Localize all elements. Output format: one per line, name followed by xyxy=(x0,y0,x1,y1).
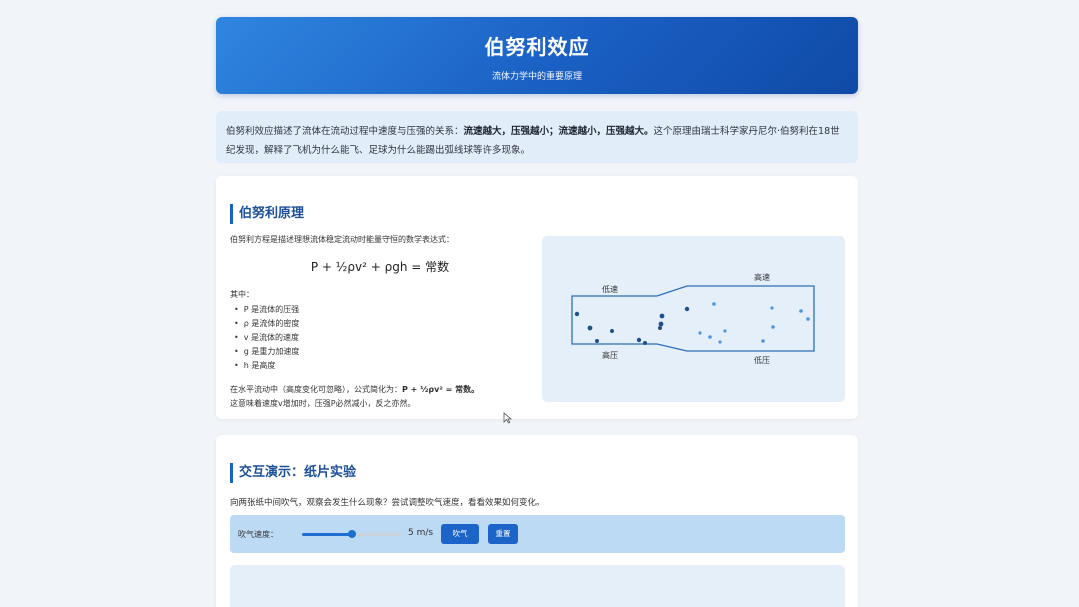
flow-particle xyxy=(806,317,810,321)
mouse-cursor-icon xyxy=(503,412,513,424)
demo-controls: 吹气速度： 5 m/s 吹气 重置 xyxy=(230,515,845,553)
flow-particle xyxy=(698,331,702,335)
page-header: 伯努利效应 流体力学中的重要原理 xyxy=(216,17,858,94)
demo-stage xyxy=(230,565,845,607)
demo-card: 交互演示：纸片实验 向两张纸中间吹气，观察会发生什么现象？尝试调整吹气速度，看看… xyxy=(216,435,858,607)
speed-slider[interactable] xyxy=(302,530,402,538)
slider-handle[interactable] xyxy=(348,530,356,538)
flow-particle xyxy=(723,329,727,333)
intro-text-before: 伯努利效应描述了流体在流动过程中速度与压强的关系： xyxy=(226,126,464,137)
simplified-before: 在水平流动中（高度变化可忽略），公式简化为： xyxy=(230,385,402,394)
flow-particle xyxy=(574,311,580,317)
page-title: 伯努利效应 xyxy=(484,35,590,59)
speed-value: 5 m/s xyxy=(408,528,434,538)
label-high-speed: 高速 xyxy=(754,273,770,282)
demo-title: 交互演示：纸片实验 xyxy=(230,463,356,483)
flow-particle xyxy=(595,339,599,343)
flow-particle xyxy=(708,335,712,339)
term-item: h 是高度 xyxy=(234,359,530,373)
demo-description: 向两张纸中间吹气，观察会发生什么现象？尝试调整吹气速度，看看效果如何变化。 xyxy=(230,498,545,508)
page-subtitle: 流体力学中的重要原理 xyxy=(491,72,582,82)
intro-box: 伯努利效应描述了流体在流动过程中速度与压强的关系：流速越大，压强越小；流速越小，… xyxy=(216,111,858,163)
bernoulli-formula: P + ½ρv² + ρgh = 常数 xyxy=(310,260,450,274)
principle-lead: 伯努利方程是描述理想流体稳定流动时能量守恒的数学表达式： xyxy=(230,235,454,244)
flow-particle xyxy=(684,306,690,312)
flow-particle xyxy=(658,326,662,330)
term-list: P 是流体的压强 ρ 是流体的密度 v 是流体的速度 g 是重力加速度 h 是高… xyxy=(230,303,530,373)
flow-particle xyxy=(770,306,774,310)
flow-particle xyxy=(712,302,716,306)
term-item: P 是流体的压强 xyxy=(234,303,530,317)
flow-particle xyxy=(643,341,647,345)
term-item: v 是流体的速度 xyxy=(234,331,530,345)
flow-particle xyxy=(636,337,642,343)
principle-card: 伯努利原理 伯努利方程是描述理想流体稳定流动时能量守恒的数学表达式： P + ½… xyxy=(216,176,858,419)
term-item: g 是重力加速度 xyxy=(234,345,530,359)
principle-content: 伯努利方程是描述理想流体稳定流动时能量守恒的数学表达式： P + ½ρv² + … xyxy=(230,234,530,411)
intro-emphasis: 流速越大，压强越小；流速越小，压强越大。 xyxy=(463,126,654,137)
label-high-pressure: 高压 xyxy=(602,351,618,360)
flow-particles xyxy=(574,302,810,345)
flow-particle xyxy=(761,339,765,343)
flow-particle xyxy=(610,329,614,333)
page-container: 伯努利效应 流体力学中的重要原理 伯努利效应描述了流体在流动过程中速度与压强的关… xyxy=(216,17,858,607)
flow-particle xyxy=(718,340,722,344)
flow-particle xyxy=(771,325,775,329)
flow-particle xyxy=(659,313,665,319)
simplified-formula: P + ½ρv² = 常数。 xyxy=(402,385,480,394)
flow-particle xyxy=(587,325,593,331)
principle-conclusion: 这意味着速度v增加时，压强P必然减小，反之亦然。 xyxy=(230,399,416,408)
label-low-pressure: 低压 xyxy=(754,356,770,365)
where-label: 其中： xyxy=(230,290,254,299)
term-item: ρ 是流体的密度 xyxy=(234,317,530,331)
simplified-text: 在水平流动中（高度变化可忽略），公式简化为：P + ½ρv² = 常数。 这意味… xyxy=(230,383,530,411)
flow-particle xyxy=(658,321,664,327)
slider-fill xyxy=(302,533,352,536)
label-low-speed: 低速 xyxy=(602,285,618,294)
principle-title: 伯努利原理 xyxy=(230,204,304,224)
venturi-tube xyxy=(571,285,815,352)
flow-particle xyxy=(799,309,803,313)
blow-button[interactable]: 吹气 xyxy=(441,524,479,544)
venturi-diagram: 低速 高速 高压 低压 xyxy=(542,236,845,402)
reset-button[interactable]: 重置 xyxy=(488,524,518,544)
speed-label: 吹气速度： xyxy=(238,530,278,539)
venturi-tube-svg xyxy=(571,285,815,352)
